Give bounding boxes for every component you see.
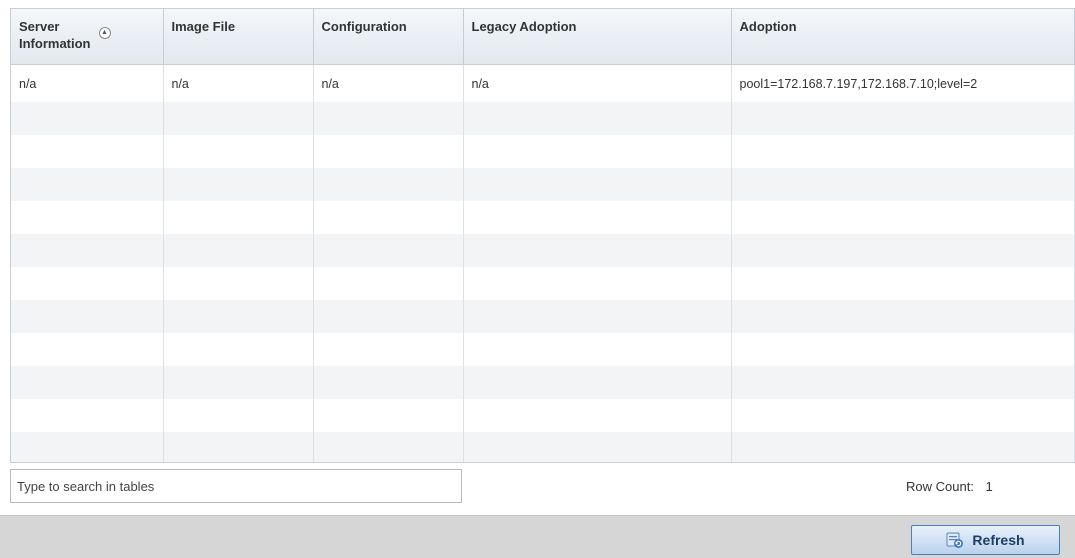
cell-adoption: pool1=172.168.7.197,172.168.7.10;level=2 [731,64,1075,102]
empty-row [11,267,1075,300]
empty-row [11,366,1075,399]
adoption-table: Server Information ▲ Image File Configur… [11,9,1075,462]
refresh-button[interactable]: Refresh [911,525,1060,555]
row-count-value: 1 [985,479,993,494]
cell-server-information: n/a [11,64,164,102]
cell-configuration: n/a [313,64,464,102]
table-search-input[interactable] [10,469,462,503]
sort-ascending-icon[interactable]: ▲ [98,27,111,39]
column-label: Server Information [19,19,91,51]
column-header-legacy-adoption[interactable]: Legacy Adoption [463,9,732,65]
row-count-label: Row Count: [906,479,974,494]
empty-row [11,201,1075,234]
column-header-adoption[interactable]: Adoption [731,9,1075,65]
row-count: Row Count: 1 [906,479,993,494]
empty-row [11,234,1075,267]
empty-row [11,168,1075,201]
table-header-row: Server Information ▲ Image File Configur… [11,9,1075,65]
column-header-image-file[interactable]: Image File [163,9,314,65]
empty-row [11,135,1075,168]
cell-legacy-adoption: n/a [463,64,732,102]
empty-row [11,432,1075,462]
empty-row [11,333,1075,366]
empty-row [11,102,1075,135]
column-header-configuration[interactable]: Configuration [313,9,464,65]
empty-row [11,300,1075,333]
column-header-server-information[interactable]: Server Information ▲ [11,9,164,65]
footer-bar: Refresh [0,515,1075,558]
cell-image-file: n/a [163,64,314,102]
empty-row [11,399,1075,432]
refresh-button-label: Refresh [972,532,1025,548]
refresh-icon [946,532,964,548]
adoption-table-panel: Server Information ▲ Image File Configur… [10,8,1075,463]
table-row[interactable]: n/a n/a n/a n/a pool1=172.168.7.197,172.… [11,64,1075,102]
